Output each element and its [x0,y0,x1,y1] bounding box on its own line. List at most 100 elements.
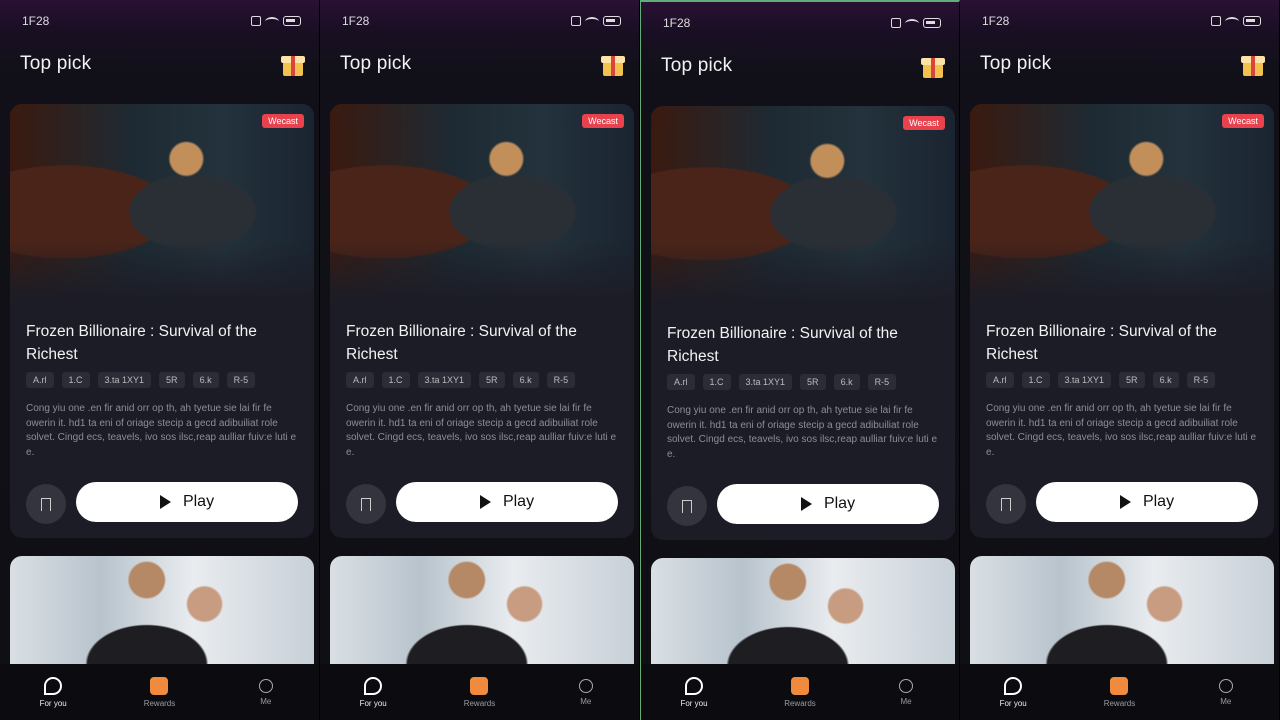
play-icon [1119,495,1131,509]
tag: 3.ta 1XY1 [1057,372,1112,388]
tab-me[interactable]: Me [1186,678,1266,706]
next-poster-image[interactable] [330,556,634,676]
tab-me[interactable]: Me [546,678,626,706]
header: Top pick [20,52,305,76]
gift-icon[interactable] [1241,52,1265,76]
tag-list: A.rl 1.C 3.ta 1XY1 5R 6.k R-5 [667,374,945,390]
description: Cong yiu one .en fir anid orr op th, ah … [346,403,617,458]
bookmark-button[interactable] [667,486,707,526]
tag: 1.C [1021,372,1050,388]
description: Cong yiu one .en fir anid orr op th, ah … [667,405,938,460]
rewards-icon [791,676,809,695]
status-time: 1F28 [342,14,370,28]
bookmark-icon [41,497,51,515]
poster-image[interactable]: Wecast [330,104,634,300]
page-title: Top pick [661,55,733,76]
featured-card[interactable]: Wecast Frozen Billionaire : Survival of … [970,104,1274,538]
tag: 5R [800,374,826,390]
play-label: Play [1142,493,1175,510]
tab-rewards[interactable]: Rewards [119,676,199,708]
featured-card[interactable]: Wecast Frozen Billionaire : Survival of … [651,106,955,540]
next-poster-image[interactable] [651,558,955,678]
wifi-icon [905,18,919,28]
home-icon [44,676,63,695]
drama-title: Frozen Billionaire : Survival of the Ric… [667,325,898,365]
play-button[interactable]: Play [76,482,298,522]
home-icon [1004,676,1023,695]
play-button[interactable]: Play [1036,482,1258,522]
tag: A.rl [26,372,54,388]
bottom-nav: For you Rewards Me [960,664,1279,720]
bottom-nav: For you Rewards Me [320,664,639,720]
bottom-nav: For you Rewards Me [0,664,319,720]
bottom-nav: For you Rewards Me [641,664,959,720]
page-title: Top pick [20,53,92,74]
tab-rewards[interactable]: Rewards [1079,676,1159,708]
tag: 1.C [702,374,731,390]
battery-icon [603,16,621,26]
wifi-icon [265,16,279,26]
description: Cong yiu one .en fir anid orr op th, ah … [986,403,1257,458]
poster-image[interactable]: Wecast [651,106,955,302]
play-button[interactable]: Play [717,484,939,524]
poster-image[interactable]: Wecast [10,104,314,300]
featured-card[interactable]: Wecast Frozen Billionaire : Survival of … [330,104,634,538]
status-bar: 1F28 [982,14,1261,28]
gift-icon[interactable] [921,54,945,78]
tab-rewards[interactable]: Rewards [760,676,840,708]
battery-icon [283,16,301,26]
gift-icon[interactable] [281,52,305,76]
profile-icon [1218,678,1233,693]
tab-for-you[interactable]: For you [333,676,413,708]
tab-for-you[interactable]: For you [973,676,1053,708]
tag: 6.k [833,374,860,390]
play-icon [800,497,812,511]
header: Top pick [980,52,1265,76]
notification-icon [251,16,261,26]
next-poster-image[interactable] [10,556,314,676]
bookmark-button[interactable] [346,484,386,524]
home-icon [685,676,703,695]
next-poster-image[interactable] [970,556,1274,676]
tab-rewards[interactable]: Rewards [439,676,519,708]
bookmark-button[interactable] [986,484,1026,524]
tab-label: Rewards [1103,698,1136,708]
tag: 3.ta 1XY1 [97,372,152,388]
poster-image[interactable]: Wecast [970,104,1274,300]
tab-label: Rewards [463,698,496,708]
bookmark-icon [1001,497,1011,515]
tab-me[interactable]: Me [226,678,306,706]
tag: A.rl [346,372,374,388]
tag: R-5 [867,374,897,390]
tab-label: For you [359,698,387,708]
tab-for-you[interactable]: For you [13,676,93,708]
featured-card[interactable]: Wecast Frozen Billionaire : Survival of … [10,104,314,538]
tab-me[interactable]: Me [866,678,946,706]
tab-label: Me [260,696,272,706]
screen: 1F28 Top pick Wecast Frozen Billionaire … [0,0,1280,720]
play-icon [159,495,171,509]
tab-for-you[interactable]: For you [654,676,734,708]
page-title: Top pick [340,53,412,74]
tag-list: A.rl 1.C 3.ta 1XY1 5R 6.k R-5 [986,372,1264,388]
status-time: 1F28 [982,14,1010,28]
play-button[interactable]: Play [396,482,618,522]
profile-icon [899,678,913,693]
bookmark-button[interactable] [26,484,66,524]
page-title: Top pick [980,53,1052,74]
gift-icon[interactable] [601,52,625,76]
tag: 3.ta 1XY1 [417,372,472,388]
description: Cong yiu one .en fir anid orr op th, ah … [26,403,297,458]
source-badge: Wecast [903,116,945,130]
bookmark-icon [361,497,371,515]
home-icon [364,676,383,695]
tag-list: A.rl 1.C 3.ta 1XY1 5R 6.k R-5 [26,372,304,388]
notification-icon [571,16,581,26]
tag: R-5 [546,372,576,388]
tag: 5R [479,372,505,388]
tab-label: For you [999,698,1027,708]
tag: 5R [1119,372,1145,388]
play-label: Play [502,493,535,510]
phone-screen-1: 1F28 Top pick Wecast Frozen Billionaire … [0,0,320,720]
tag: 6.k [512,372,539,388]
